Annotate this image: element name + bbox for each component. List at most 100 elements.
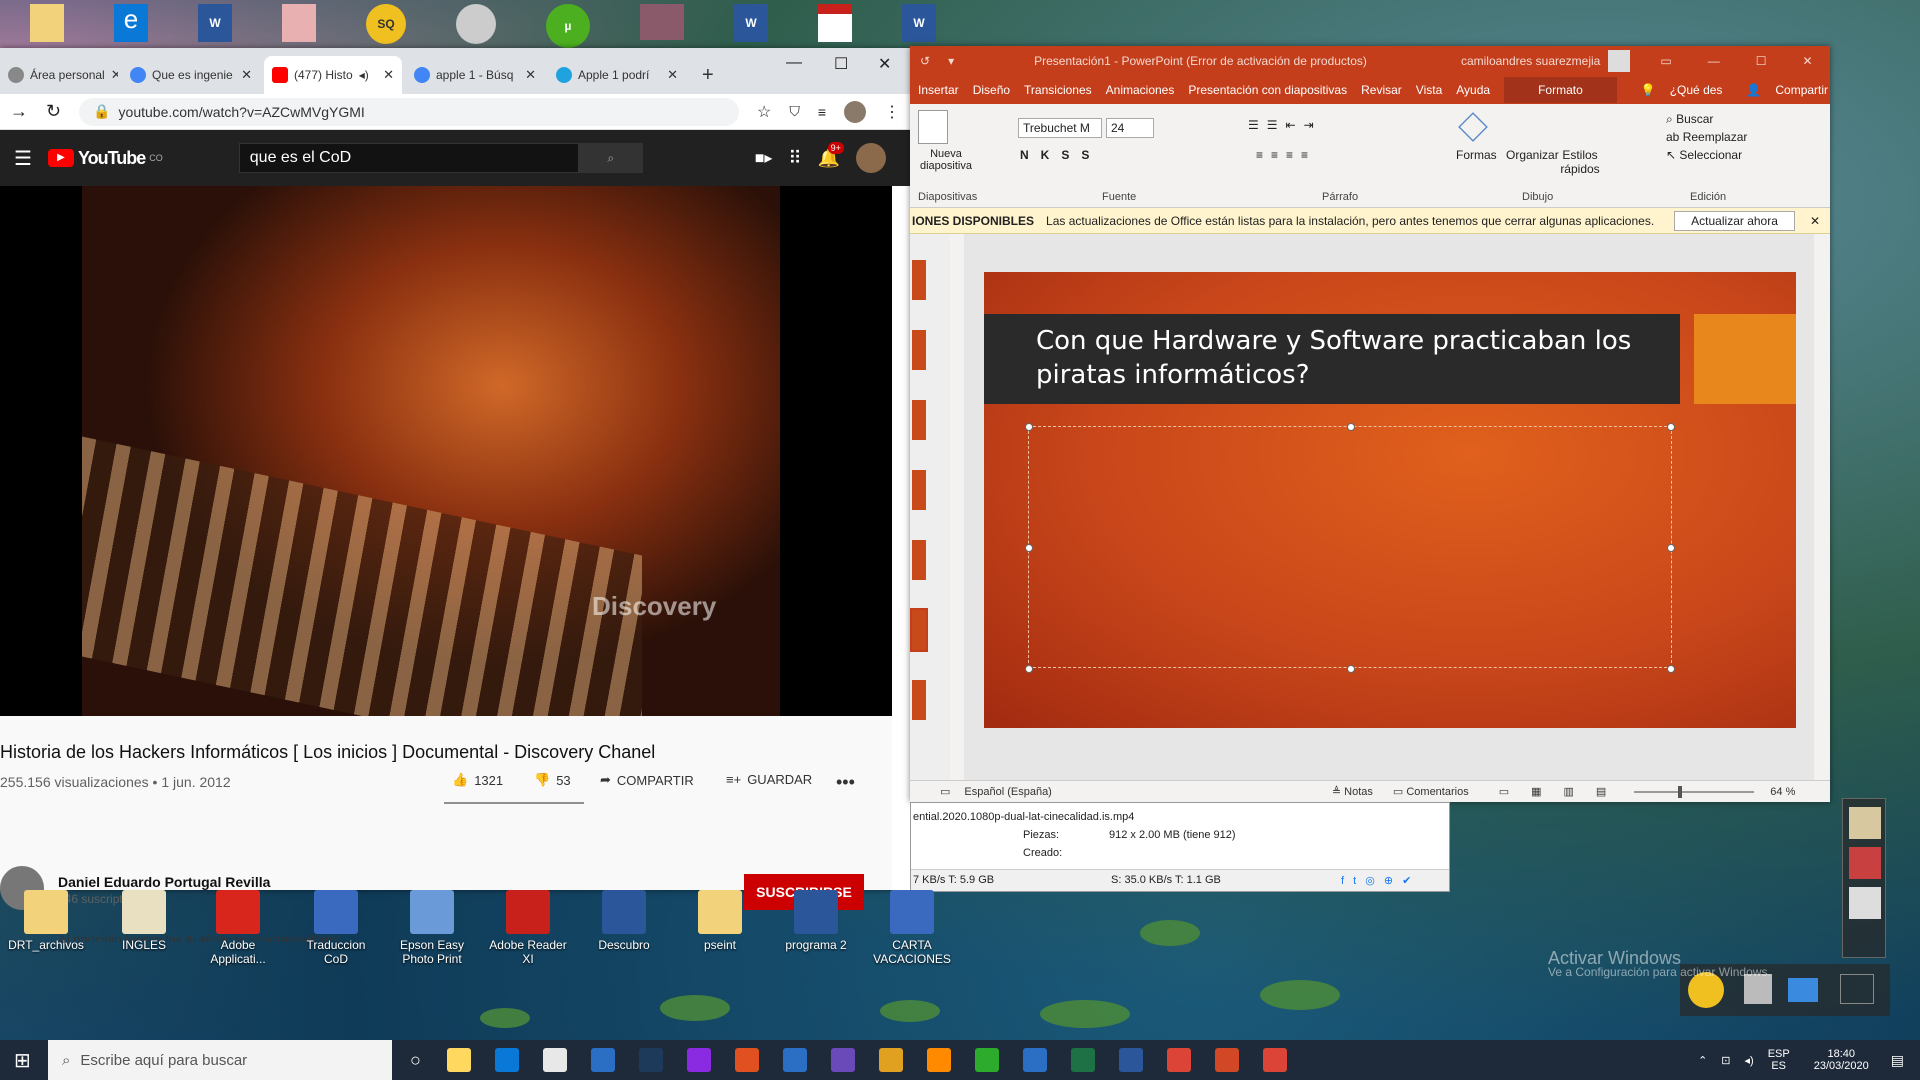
taskbar-app-icon[interactable] [1262,1048,1287,1072]
close-tab-icon[interactable]: ✕ [667,67,678,83]
resize-handle[interactable] [1347,665,1355,673]
dislike-button[interactable]: 👎 53 [534,772,571,788]
font-size-select[interactable]: 24 [1106,118,1154,138]
taskbar-app-icon[interactable] [1214,1048,1239,1072]
word-icon[interactable]: W [734,4,768,42]
speaker-icon[interactable]: ◂) [359,68,369,82]
tab-animaciones[interactable]: Animaciones [1106,83,1175,97]
slide-title[interactable]: Con que Hardware y Software practicaban … [984,314,1680,404]
close-window-icon[interactable]: ✕ [878,54,891,74]
image-viewer-icon[interactable] [1849,807,1881,839]
maximize-icon[interactable]: ☐ [834,54,848,74]
share-button[interactable]: Compartir [1775,83,1828,97]
close-notification-icon[interactable]: ✕ [1810,214,1820,228]
notifications-icon[interactable]: ▤ [1891,1052,1904,1069]
save-icon[interactable]: ↺ [920,54,930,68]
resize-handle[interactable] [1025,423,1033,431]
desktop-icon[interactable]: INGLES [104,890,184,952]
tab-transiciones[interactable]: Transiciones [1024,83,1092,97]
customize-qat-icon[interactable]: ▾ [948,54,954,68]
taskbar-search[interactable]: ⌕ Escribe aquí para buscar [48,1040,392,1080]
font-name-select[interactable]: Trebuchet M [1018,118,1102,138]
new-tab-button[interactable]: + [694,56,724,94]
like-button[interactable]: 👍 1321 [452,772,503,788]
shapes-button[interactable]: Formas [1456,148,1497,162]
network-icon[interactable]: ⊡ [1721,1054,1730,1067]
keyboard-icon[interactable] [1840,974,1874,1004]
bell-icon[interactable]: 🔔 9+ [818,141,844,169]
word-icon[interactable]: W [902,4,936,42]
tell-me-box[interactable]: ¿Qué des [1670,83,1723,97]
tab-apple-busq[interactable]: apple 1 - Búsq ✕ [406,56,544,94]
sql-icon[interactable]: SQ [366,4,406,44]
folder-icon[interactable] [30,4,64,42]
resize-handle[interactable] [1347,423,1355,431]
tab-vista[interactable]: Vista [1416,83,1442,97]
desktop-icon[interactable]: Epson Easy Photo Print [392,890,472,966]
create-video-icon[interactable]: ■▸ [755,148,773,168]
shield-icon[interactable]: ⛉ [789,103,800,120]
taskbar-app-icon[interactable] [638,1048,663,1072]
star-icon[interactable]: ☆ [757,102,771,122]
view-buttons[interactable]: ▭▦▥▤ [1499,785,1629,798]
volume-icon[interactable]: ◂) [1745,1054,1754,1067]
edge-icon[interactable]: e [114,4,148,42]
select-button[interactable]: ↖ Seleccionar [1666,148,1742,162]
save-button[interactable]: ≡+ GUARDAR [726,772,812,787]
windows-start-icon[interactable]: ⊞ [14,1048,31,1073]
taskbar-app-icon[interactable] [782,1048,807,1072]
app-icon[interactable] [1849,847,1881,879]
minimize-icon[interactable]: — [786,54,802,72]
resize-handle[interactable] [1667,544,1675,552]
taskbar-app-icon[interactable] [830,1048,855,1072]
thumbnail-scrollbar[interactable] [950,234,964,786]
apps-grid-icon[interactable]: ⠿ [788,148,801,169]
tab-diseno[interactable]: Diseño [973,83,1010,97]
clock[interactable]: 18:40 23/03/2020 [1814,1048,1869,1072]
language-indicator[interactable]: ESP ES [1768,1048,1790,1072]
reload-icon[interactable]: ↻ [46,101,61,122]
account-avatar[interactable] [856,143,886,173]
word-icon[interactable]: W [198,4,232,42]
shapes-icon[interactable] [1458,112,1488,142]
replace-button[interactable]: ab Reemplazar [1666,130,1747,144]
taskbar-app-icon[interactable] [686,1048,711,1072]
taskbar-app-icon[interactable] [446,1048,471,1072]
tab-revisar[interactable]: Revisar [1361,83,1402,97]
youtube-search-input[interactable]: que es el CoD [238,143,579,173]
list-buttons[interactable]: ☰☰⇤⇥ [1248,118,1322,132]
zoom-slider[interactable] [1634,785,1755,798]
playlist-icon[interactable]: ≡ [818,104,826,120]
channel-name[interactable]: Daniel Eduardo Portugal Revilla [58,874,270,890]
resize-handle[interactable] [1667,665,1675,673]
tab-presentacion[interactable]: Presentación con diapositivas [1188,83,1347,97]
share-button[interactable]: ➦ COMPARTIR [600,772,694,788]
taskbar-app-icon[interactable] [590,1048,615,1072]
slide-icon[interactable]: ▭ [940,785,950,798]
taskbar-app-icon[interactable] [1070,1048,1095,1072]
utorrent-icon[interactable]: µ [546,4,590,48]
desktop-icon[interactable]: Traduccion CoD [296,890,376,966]
format-buttons[interactable]: NKSS [1020,148,1101,162]
tab-que-es[interactable]: Que es ingenie ✕ [122,56,260,94]
quick-styles-button[interactable]: Estilos rápidos [1560,148,1600,176]
taskbar-app-icon[interactable] [734,1048,759,1072]
ppt-user-name[interactable]: camiloandres suarezmejia [1461,54,1600,68]
align-buttons[interactable]: ≡≡≡≡ [1256,148,1316,162]
taskbar-app-icon[interactable] [1166,1048,1191,1072]
user-avatar[interactable] [1608,50,1631,72]
lightbulb-icon[interactable]: 💡 [1641,83,1656,97]
tab-ayuda[interactable]: Ayuda [1456,83,1490,97]
language-indicator[interactable]: Español (España) [964,786,1051,798]
image-icon[interactable] [640,4,684,40]
resize-handle[interactable] [1667,423,1675,431]
slide-scrollbar[interactable] [1814,234,1830,786]
arrange-button[interactable]: Organizar [1506,148,1559,162]
desktop-icon[interactable]: CARTA VACACIONES [872,890,952,966]
taskbar-app-icon[interactable] [494,1048,519,1072]
zoom-level[interactable]: 64 % [1770,786,1795,798]
new-slide-icon[interactable] [918,110,948,144]
resize-handle[interactable] [1025,544,1033,552]
taskbar-app-icon[interactable] [1022,1048,1047,1072]
desktop-icon[interactable]: Adobe Reader XI [488,890,568,966]
